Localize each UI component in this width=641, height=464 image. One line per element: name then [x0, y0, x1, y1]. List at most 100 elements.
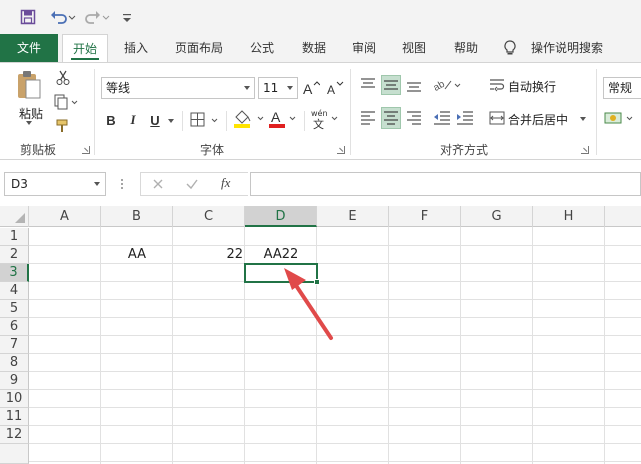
italic-button[interactable]: I: [124, 109, 142, 131]
decrease-indent-icon[interactable]: [432, 107, 452, 129]
row-header-5[interactable]: 5: [0, 300, 29, 318]
svg-text:wén: wén: [311, 108, 328, 118]
formula-input[interactable]: [250, 172, 641, 196]
tab-home[interactable]: 开始: [62, 34, 108, 63]
phonetic-guide-icon[interactable]: wén 文: [310, 107, 342, 131]
number-format-combo[interactable]: 常规: [603, 77, 641, 99]
customize-icon[interactable]: [120, 7, 134, 27]
tab-data[interactable]: 数据: [294, 34, 334, 62]
row-header-3[interactable]: 3: [0, 264, 29, 282]
currency-format-icon[interactable]: [604, 107, 638, 129]
tab-file[interactable]: 文件: [0, 34, 58, 62]
inline-separator: [304, 111, 305, 131]
underline-dropdown[interactable]: [168, 119, 174, 123]
merge-dropdown[interactable]: [580, 117, 586, 121]
svg-text:文: 文: [313, 117, 324, 130]
svg-text:ab: ab: [433, 79, 447, 93]
wrap-text-icon[interactable]: [488, 75, 506, 95]
worksheet-grid[interactable]: A B C D E F G H 1 2 3 4 5 6 7 8 9 10 11 …: [0, 206, 641, 464]
top-align-icon[interactable]: [358, 75, 378, 95]
tab-page-layout[interactable]: 页面布局: [168, 34, 230, 62]
ribbon: 粘贴 剪贴板 等线 11 A A B I U A wén 文 字体 ab 自动换…: [0, 62, 641, 160]
paste-icon[interactable]: [12, 69, 46, 103]
more-options-icon[interactable]: [120, 176, 124, 192]
row-header-4[interactable]: 4: [0, 282, 29, 300]
save-icon[interactable]: [18, 7, 38, 27]
bottom-align-icon[interactable]: [404, 75, 424, 95]
annotation-arrow-icon: [284, 268, 333, 340]
font-launcher-icon[interactable]: [337, 146, 345, 154]
ribbon-tabs: 文件 开始 插入 页面布局 公式 数据 审阅 视图 帮助 操作说明搜索: [0, 34, 641, 63]
lightbulb-icon[interactable]: [500, 34, 520, 62]
font-name-combo[interactable]: 等线: [101, 77, 255, 99]
group-separator: [94, 69, 95, 155]
row-header-6[interactable]: 6: [0, 318, 29, 336]
redo-icon[interactable]: [84, 7, 110, 27]
cancel-icon[interactable]: [151, 177, 165, 194]
bold-button[interactable]: B: [102, 109, 120, 131]
format-painter-icon[interactable]: [54, 117, 72, 135]
cut-icon[interactable]: [54, 69, 72, 87]
row-header-partial[interactable]: [0, 444, 29, 464]
row-header-10[interactable]: 10: [0, 390, 29, 408]
cell-b2[interactable]: AA: [101, 246, 173, 264]
tell-me-search[interactable]: 操作说明搜索: [522, 34, 612, 62]
middle-align-icon[interactable]: [381, 75, 401, 95]
wrap-text-button[interactable]: 自动换行: [508, 78, 556, 95]
cell-c2[interactable]: 22: [173, 246, 243, 264]
undo-icon[interactable]: [50, 7, 76, 27]
increase-indent-icon[interactable]: [455, 107, 475, 129]
name-box-value: D3: [11, 177, 28, 191]
increase-font-size-icon[interactable]: A: [300, 77, 322, 99]
align-right-icon[interactable]: [404, 107, 424, 129]
font-group-label: 字体: [200, 143, 225, 157]
insert-function-button[interactable]: fx: [221, 175, 230, 191]
border-icon[interactable]: [188, 109, 222, 131]
svg-text:A: A: [327, 83, 335, 96]
formula-bar: D3 fx: [0, 160, 641, 206]
merge-center-icon[interactable]: [488, 107, 506, 129]
orientation-icon[interactable]: ab: [432, 75, 466, 95]
paste-label[interactable]: 粘贴: [14, 105, 48, 122]
font-color-icon[interactable]: A: [268, 107, 300, 131]
merge-center-button[interactable]: 合并后居中: [508, 111, 568, 128]
tab-help[interactable]: 帮助: [446, 34, 486, 62]
alignment-launcher-icon[interactable]: [581, 146, 589, 154]
paste-dropdown[interactable]: [26, 121, 32, 125]
row-header-2[interactable]: 2: [0, 246, 29, 264]
row-header-11[interactable]: 11: [0, 408, 29, 426]
align-left-icon[interactable]: [358, 107, 378, 129]
chevron-down-icon[interactable]: [283, 78, 297, 98]
underline-button[interactable]: U: [146, 109, 164, 131]
row-header-9[interactable]: 9: [0, 372, 29, 390]
font-size-combo[interactable]: 11: [258, 77, 298, 99]
quick-access-toolbar: [0, 0, 641, 34]
enter-icon[interactable]: [185, 177, 199, 194]
clipboard-group-label: 剪贴板: [20, 143, 57, 157]
inline-separator: [182, 111, 183, 131]
clipboard-launcher-icon[interactable]: [82, 146, 90, 154]
formula-buttons: fx: [140, 172, 248, 196]
row-header-12[interactable]: 12: [0, 426, 29, 444]
name-box[interactable]: D3: [4, 172, 106, 196]
chevron-down-icon[interactable]: [240, 78, 254, 98]
group-separator: [596, 69, 597, 155]
copy-icon[interactable]: [52, 93, 80, 111]
row-header-1[interactable]: 1: [0, 228, 29, 246]
chevron-down-icon[interactable]: [94, 182, 100, 186]
inline-separator: [226, 111, 227, 131]
tab-review[interactable]: 审阅: [344, 34, 384, 62]
fill-color-icon[interactable]: [232, 107, 268, 131]
align-center-icon[interactable]: [381, 107, 401, 129]
svg-text:A: A: [271, 109, 281, 125]
font-name-value: 等线: [106, 81, 131, 95]
svg-text:A: A: [303, 81, 313, 96]
decrease-font-size-icon[interactable]: A: [324, 77, 346, 99]
row-header-7[interactable]: 7: [0, 336, 29, 354]
tab-insert[interactable]: 插入: [116, 34, 156, 62]
tab-view[interactable]: 视图: [394, 34, 434, 62]
alignment-group-label: 对齐方式: [440, 143, 489, 157]
row-header-8[interactable]: 8: [0, 354, 29, 372]
tab-formulas[interactable]: 公式: [242, 34, 282, 62]
font-size-value: 11: [263, 81, 279, 95]
